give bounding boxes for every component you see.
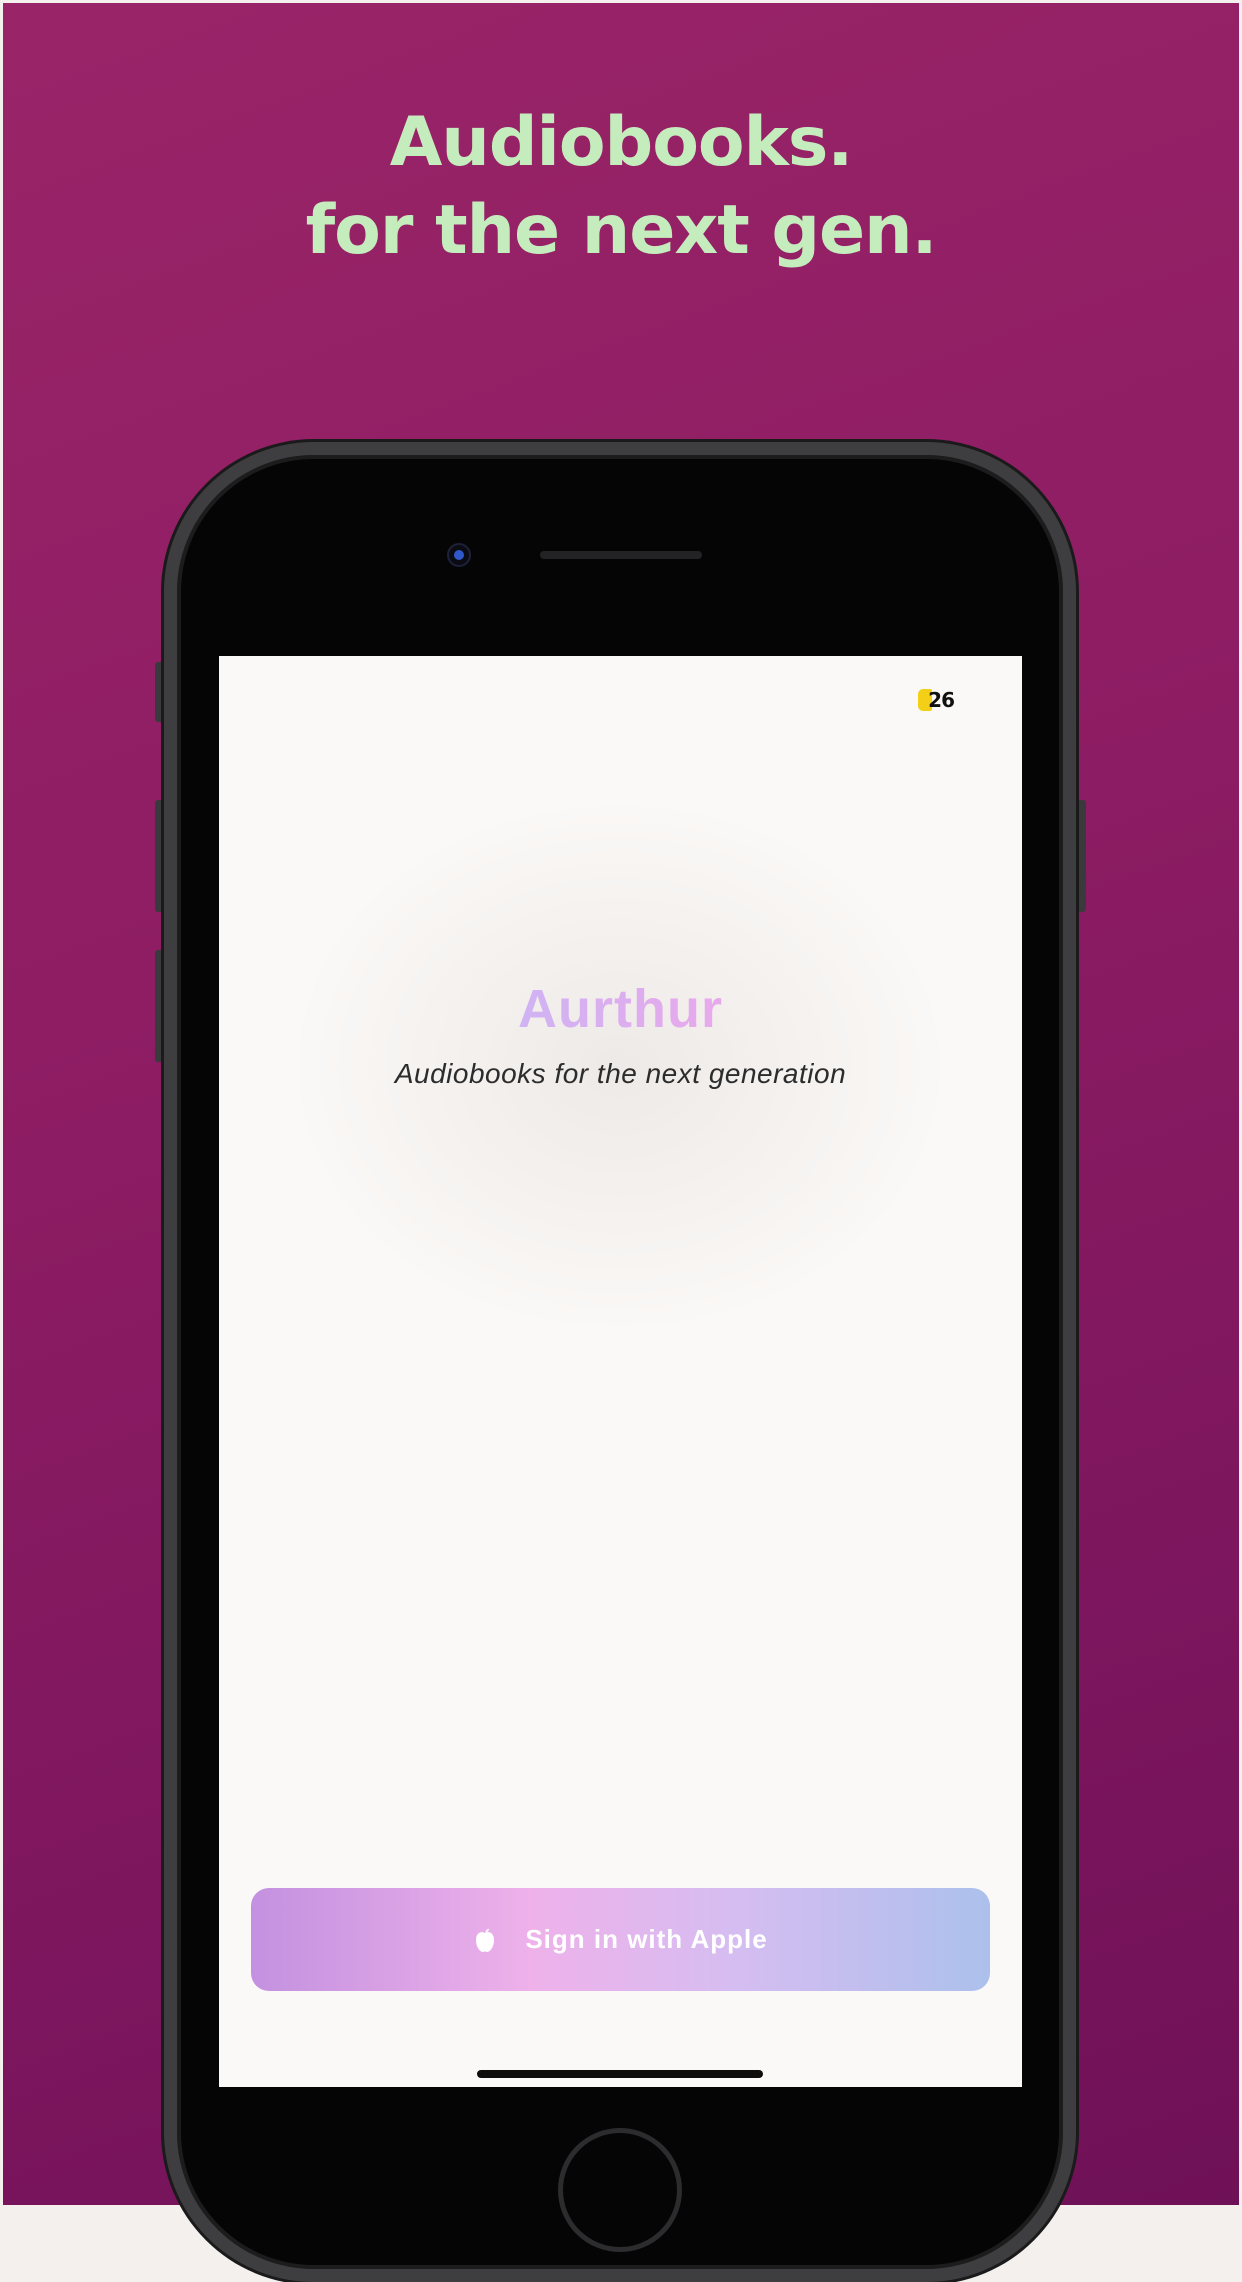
promo-headline-line-1: Audiobooks. <box>389 103 853 182</box>
phone-screen: 26 Aurthur Audiobooks for the next gener… <box>219 656 1022 2087</box>
apple-icon <box>473 1928 497 1952</box>
promo-headline-line-2: for the next gen. <box>305 191 938 270</box>
status-badge-text: 26 <box>928 688 955 712</box>
app-tagline: Audiobooks for the next generation <box>394 1058 847 1089</box>
sign-in-button-label: Sign in with Apple <box>525 1924 768 1954</box>
front-camera-icon <box>447 543 471 567</box>
home-indicator[interactable] <box>477 2070 763 2078</box>
app-name: Aurthur <box>219 978 1022 1040</box>
promo-headline: Audiobooks. for the next gen. <box>3 99 1239 275</box>
earpiece-speaker <box>540 551 702 559</box>
sign-in-with-apple-button[interactable]: Sign in with Apple <box>251 1888 990 1991</box>
home-button <box>558 2128 682 2252</box>
status-badge: 26 <box>918 688 955 712</box>
